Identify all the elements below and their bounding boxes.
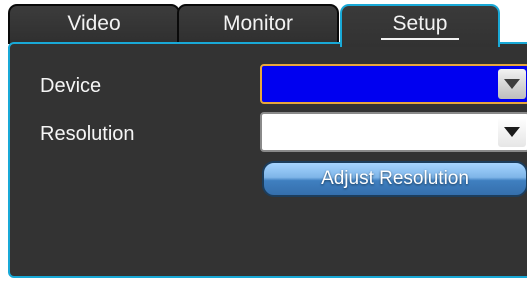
tab-bar: Video Monitor Setup (0, 0, 527, 47)
close-icon (506, 11, 527, 32)
device-label: Device (40, 75, 102, 97)
setup-panel: Device Resolution Adjust Resolution (8, 42, 527, 278)
tab-video[interactable]: Video (8, 4, 180, 44)
adjust-resolution-button[interactable]: Adjust Resolution (262, 161, 527, 197)
tab-setup-label: Setup (380, 10, 460, 40)
resolution-select[interactable] (260, 112, 527, 152)
resolution-label: Resolution (40, 123, 135, 145)
resolution-dropdown-button[interactable] (498, 117, 526, 147)
close-button[interactable] (505, 6, 527, 38)
tab-monitor[interactable]: Monitor (177, 4, 339, 44)
device-dropdown-button[interactable] (498, 69, 526, 99)
device-select[interactable] (260, 64, 527, 104)
tab-setup[interactable]: Setup (340, 4, 500, 47)
chevron-down-icon (504, 127, 520, 137)
chevron-down-icon (504, 79, 520, 89)
